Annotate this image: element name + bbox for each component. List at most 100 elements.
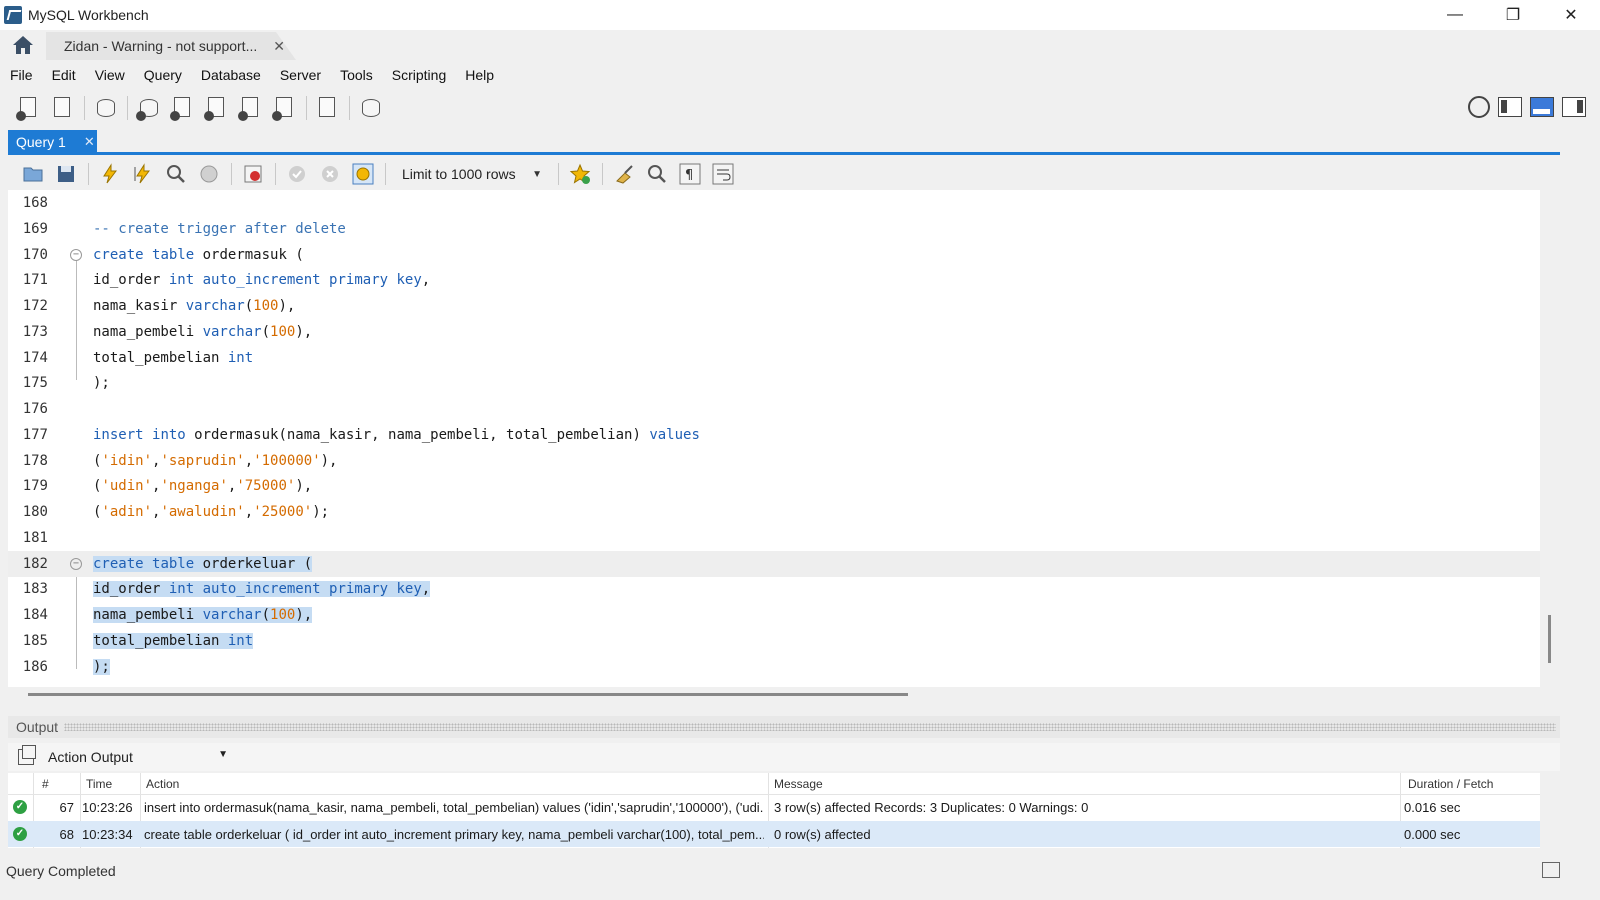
create-table-icon[interactable] [170,95,196,121]
row-number: 67 [59,799,74,815]
editor-line[interactable]: 185 total_pembelian int [8,628,1540,654]
editor-line[interactable]: 170 − create table ordermasuk ( [8,242,1540,268]
editor-line[interactable]: 172 nama_kasir varchar(100), [8,293,1540,319]
column-header-number[interactable]: # [42,777,49,791]
create-view-icon[interactable] [204,95,230,121]
output-log-icon[interactable] [1542,862,1560,878]
word-wrap-icon[interactable] [712,163,734,185]
add-snippet-star-icon[interactable] [569,163,591,185]
editor-line[interactable]: 180 ('adin','awaludin','25000'); [8,499,1540,525]
editor-line[interactable]: 176 [8,396,1540,422]
editor-line[interactable]: 171 id_order int auto_increment primary k… [8,267,1540,293]
toggle-secondary-sidebar-icon[interactable] [1562,97,1586,117]
code-text: ('udin','nganga','75000'), [93,478,313,495]
execute-lightning-icon[interactable] [99,163,121,185]
editor-line[interactable]: 182 − create table orderkeluar ( [8,550,1540,577]
minimize-button[interactable]: — [1426,0,1484,30]
restore-button[interactable]: ❐ [1484,0,1542,30]
toggle-output-icon[interactable] [1530,97,1554,117]
column-header-action[interactable]: Action [146,777,179,791]
save-icon[interactable] [55,163,77,185]
menu-file[interactable]: File [10,67,33,83]
editor-line[interactable]: 174 total_pembelian int [8,345,1540,371]
line-number: 171 [22,272,48,289]
find-replace-magnifier-icon[interactable] [646,163,668,185]
editor-horizontal-scrollbar[interactable] [28,693,908,696]
menu-server[interactable]: Server [280,67,321,83]
open-sql-script-icon[interactable] [50,95,76,121]
new-sql-tab-icon[interactable] [16,95,42,121]
menu-edit[interactable]: Edit [52,67,76,83]
output-mode-select[interactable]: Action Output ▼ [48,749,228,765]
autocommit-toggle-icon[interactable] [352,163,374,185]
menu-view[interactable]: View [95,67,125,83]
editor-line[interactable]: 173 nama_pembeli varchar(100), [8,319,1540,345]
editor-line[interactable]: 168 [8,190,1540,216]
editor-line[interactable]: 178 ('idin','saprudin','100000'), [8,448,1540,474]
editor-line[interactable]: 177 insert into ordermasuk(nama_kasir, na… [8,422,1540,448]
open-folder-icon[interactable] [22,163,44,185]
sql-editor[interactable]: 168 169 -- create trigger after delete 170 −… [8,190,1540,687]
table-row[interactable]: ✓ 68 10:23:34 create table orderkeluar (… [8,821,1540,847]
line-number: 175 [22,375,48,392]
preferences-gear-icon[interactable] [1468,96,1490,118]
copy-icon[interactable] [18,745,36,765]
line-number: 179 [22,478,48,495]
query-tab[interactable]: Query 1 ✕ [8,130,97,153]
editor-line[interactable]: 181 [8,525,1540,551]
connection-tab[interactable]: Zidan - Warning - not support... ✕ [46,32,296,60]
create-procedure-icon[interactable] [238,95,264,121]
menu-help[interactable]: Help [465,67,494,83]
inspector-icon[interactable] [93,95,119,121]
column-header-duration[interactable]: Duration / Fetch [1408,777,1493,791]
row-time: 10:23:34 [82,826,133,842]
editor-line[interactable]: 183 id_order int auto_increment primary k… [8,576,1540,602]
panel-resize-grip[interactable] [64,723,1556,731]
column-header-message[interactable]: Message [774,777,823,791]
menu-scripting[interactable]: Scripting [392,67,446,83]
line-number: 180 [22,504,48,520]
query-tab-label: Query 1 [16,133,66,150]
reconnect-icon[interactable] [358,95,384,121]
table-row[interactable]: ✓ 67 10:23:26 insert into ordermasuk(nam… [8,794,1540,820]
line-number: 170 [22,246,48,263]
editor-line[interactable]: 179 ('udin','nganga','75000'), [8,473,1540,499]
execute-current-statement-icon[interactable] [132,163,154,185]
toggle-sidebar-icon[interactable] [1498,97,1522,117]
output-mode-value: Action Output [48,749,133,765]
editor-vertical-scrollbar[interactable] [1548,615,1551,663]
editor-line[interactable]: 184 nama_pembeli varchar(100), [8,602,1540,628]
beautify-broom-icon[interactable] [613,163,635,185]
editor-line[interactable]: 169 -- create trigger after delete [8,216,1540,242]
commit-icon[interactable] [286,163,308,185]
close-connection-tab-icon[interactable]: ✕ [273,38,285,55]
connection-tab-strip: Zidan - Warning - not support... ✕ [0,30,1600,60]
menu-tools[interactable]: Tools [340,67,373,83]
menu-database[interactable]: Database [201,67,261,83]
layout-controls [1468,96,1586,118]
home-tab[interactable] [0,30,46,60]
action-output-table: # Time Action Message Duration / Fetch ✓… [8,773,1540,848]
stop-on-error-icon[interactable] [242,163,264,185]
editor-line[interactable]: 175); [8,370,1540,396]
invisible-chars-pilcrow-icon[interactable]: ¶ [679,163,701,185]
code-text: total_pembelian int [93,349,254,366]
editor-line[interactable]: 186); [8,654,1540,680]
close-query-tab-icon[interactable]: ✕ [84,134,95,150]
explain-magnifier-icon[interactable] [165,163,187,185]
fold-toggle-icon[interactable]: − [70,557,82,570]
create-function-icon[interactable] [272,95,298,121]
toolbar-separator [349,96,350,120]
code-text: create table ordermasuk ( [93,246,304,263]
status-bar: Query Completed [0,858,1600,884]
close-window-button[interactable]: ✕ [1542,0,1600,30]
column-header-time[interactable]: Time [86,777,112,791]
stop-icon[interactable] [198,163,220,185]
limit-rows-select[interactable]: Limit to 1000 rows ▼ [396,162,546,186]
create-schema-icon[interactable] [136,95,162,121]
search-table-data-icon[interactable] [315,95,341,121]
menu-query[interactable]: Query [144,67,182,83]
rollback-icon[interactable] [319,163,341,185]
toolbar-separator [306,96,307,120]
fold-toggle-icon[interactable]: − [70,248,82,261]
